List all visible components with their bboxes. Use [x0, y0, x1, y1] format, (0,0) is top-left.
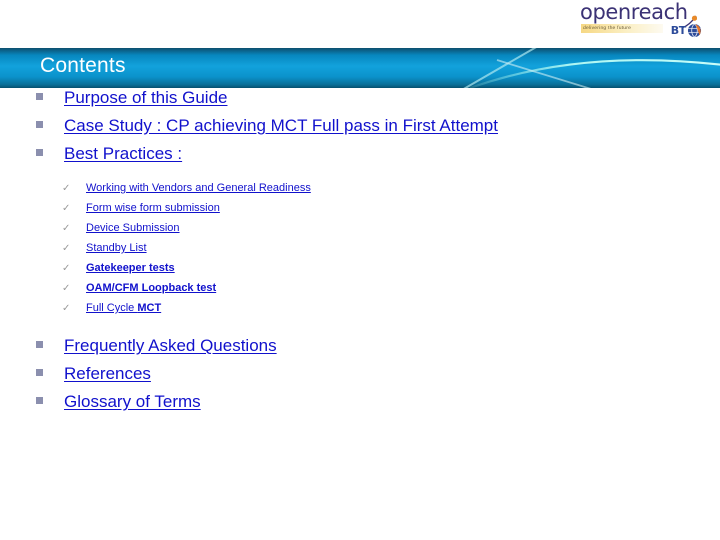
toc-sublink-full-cycle-mct-bold: MCT: [137, 302, 162, 314]
check-bullet-icon: ✓: [62, 203, 71, 214]
toc-sublink-working-with-vendors[interactable]: Working with Vendors and General Readine…: [86, 182, 311, 194]
openreach-tagline-strip: delivering the future: [581, 24, 663, 33]
toc-sublink-device-submission[interactable]: Device Submission: [86, 222, 180, 234]
square-bullet-icon: [36, 149, 43, 156]
toc-sublink-oam-cfm-loopback-test[interactable]: OAM/CFM Loopback test: [86, 282, 216, 294]
list-item[interactable]: Purpose of this Guide: [0, 88, 720, 116]
list-item[interactable]: Glossary of Terms: [0, 392, 720, 420]
openreach-tagline: delivering the future: [583, 25, 632, 31]
list-item[interactable]: ✓ Full Cycle MCT: [0, 302, 720, 322]
check-bullet-icon: ✓: [62, 303, 71, 314]
square-bullet-icon: [36, 369, 43, 376]
contents-list: Purpose of this Guide Case Study : CP ac…: [0, 88, 720, 540]
list-item[interactable]: ✓ Device Submission: [0, 222, 720, 242]
toc-link-references[interactable]: References: [64, 364, 151, 384]
list-item[interactable]: References: [0, 364, 720, 392]
bt-wordmark: BT: [670, 23, 687, 37]
list-item[interactable]: Best Practices :: [0, 144, 720, 172]
toc-link-best-practices[interactable]: Best Practices :: [64, 144, 182, 164]
bt-logo: BT: [671, 22, 702, 38]
bt-globe-icon: [687, 23, 702, 37]
check-bullet-icon: ✓: [62, 223, 71, 234]
openreach-logo: openreach delivering the future BT: [580, 1, 702, 41]
list-item[interactable]: ✓ Gatekeeper tests: [0, 262, 720, 282]
page-title: Contents: [40, 54, 126, 77]
toc-link-glossary[interactable]: Glossary of Terms: [64, 392, 201, 412]
square-bullet-icon: [36, 397, 43, 404]
toc-sublink-gatekeeper-tests[interactable]: Gatekeeper tests: [86, 262, 175, 274]
toc-sublink-standby-list[interactable]: Standby List: [86, 242, 147, 254]
list-item[interactable]: Frequently Asked Questions: [0, 336, 720, 364]
openreach-wordmark: openreach: [580, 0, 688, 24]
toc-link-case-study[interactable]: Case Study : CP achieving MCT Full pass …: [64, 116, 498, 136]
title-band: Contents: [0, 48, 720, 88]
toc-sublink-full-cycle-mct[interactable]: Full Cycle MCT: [86, 302, 161, 314]
check-bullet-icon: ✓: [62, 243, 71, 254]
toc-sublink-full-cycle-mct-plain: Full Cycle: [86, 302, 138, 314]
square-bullet-icon: [36, 341, 43, 348]
square-bullet-icon: [36, 93, 43, 100]
list-item[interactable]: ✓ Form wise form submission: [0, 202, 720, 222]
square-bullet-icon: [36, 121, 43, 128]
toc-link-faq[interactable]: Frequently Asked Questions: [64, 336, 277, 356]
check-bullet-icon: ✓: [62, 263, 71, 274]
check-bullet-icon: ✓: [62, 283, 71, 294]
logo-strip: openreach delivering the future BT: [0, 0, 720, 48]
list-item[interactable]: ✓ Working with Vendors and General Readi…: [0, 182, 720, 202]
list-item[interactable]: ✓ Standby List: [0, 242, 720, 262]
list-item[interactable]: Case Study : CP achieving MCT Full pass …: [0, 116, 720, 144]
list-item[interactable]: ✓ OAM/CFM Loopback test: [0, 282, 720, 302]
toc-sublink-form-wise-submission[interactable]: Form wise form submission: [86, 202, 220, 214]
check-bullet-icon: ✓: [62, 183, 71, 194]
toc-link-purpose[interactable]: Purpose of this Guide: [64, 88, 227, 108]
